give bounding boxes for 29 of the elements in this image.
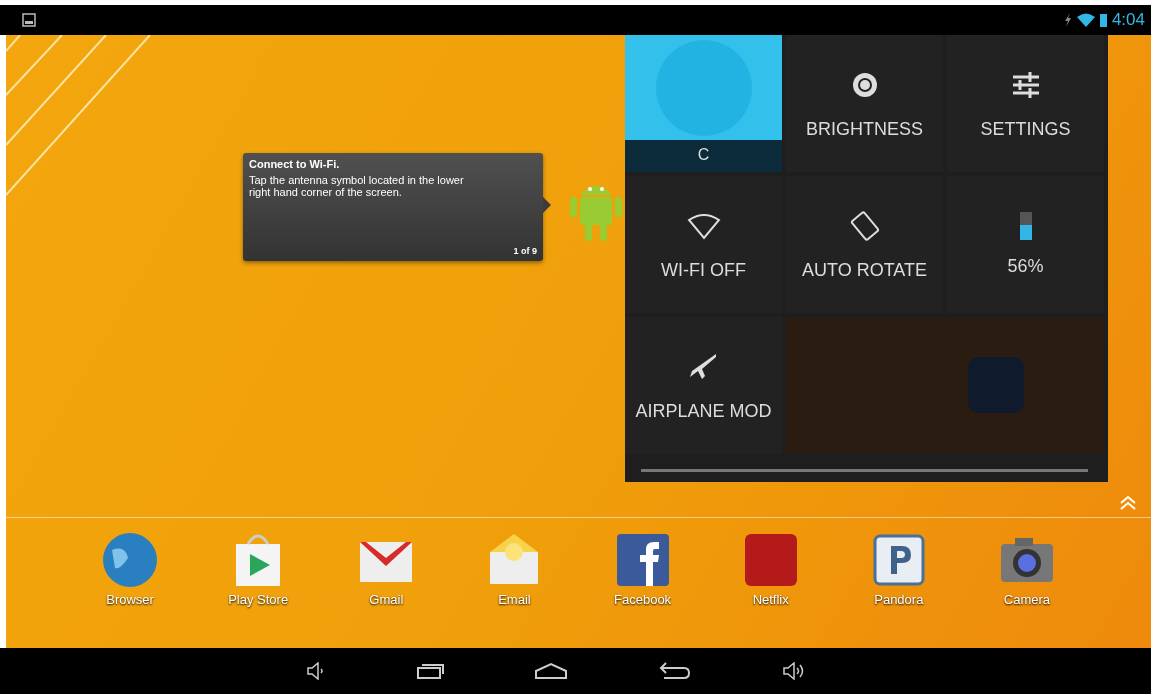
battery-icon (1099, 13, 1107, 27)
recent-apps-button[interactable] (415, 662, 444, 680)
app-shortcut[interactable]: Facebook (592, 530, 693, 648)
app-shortcut[interactable]: Play Store (208, 530, 309, 648)
app-shortcut[interactable]: Browser (80, 530, 181, 648)
back-button[interactable] (657, 661, 692, 681)
tooltip-text: Tap the antenna symbol located in the lower right hand corner of the screen. (249, 174, 465, 200)
volume-up-button[interactable] (781, 662, 806, 680)
page-counter: 1 of 9 (513, 246, 537, 256)
settings-tile[interactable]: AUTO ROTATE (786, 176, 943, 313)
wifi-icon (1076, 13, 1095, 27)
battery-icon (1019, 212, 1032, 240)
settings-tile[interactable]: AIRPLANE MOD (625, 317, 782, 454)
app-shortcut[interactable]: Email (464, 530, 565, 648)
settings-tile[interactable]: BRIGHTNESS (786, 35, 943, 172)
bolt-icon (1063, 13, 1072, 27)
home-button[interactable] (533, 662, 568, 680)
pointer-icon (543, 197, 551, 213)
clock-time: 4:04 (1111, 10, 1145, 30)
app-shortcut[interactable]: Gmail (336, 530, 437, 648)
tooltip-title: Connect to Wi-Fi. (249, 158, 341, 170)
settings-tile[interactable]: WI-FI OFF (625, 176, 782, 313)
app-shortcut[interactable]: Netflix (720, 530, 821, 648)
app-shortcut[interactable]: Pandora (848, 530, 949, 648)
volume-down-button[interactable] (305, 662, 326, 680)
app-shortcut[interactable]: Camera (976, 530, 1077, 648)
settings-tile[interactable]: SETTINGS (947, 35, 1104, 172)
settings-tile[interactable]: 56% (947, 176, 1104, 313)
picture-icon (22, 13, 36, 27)
